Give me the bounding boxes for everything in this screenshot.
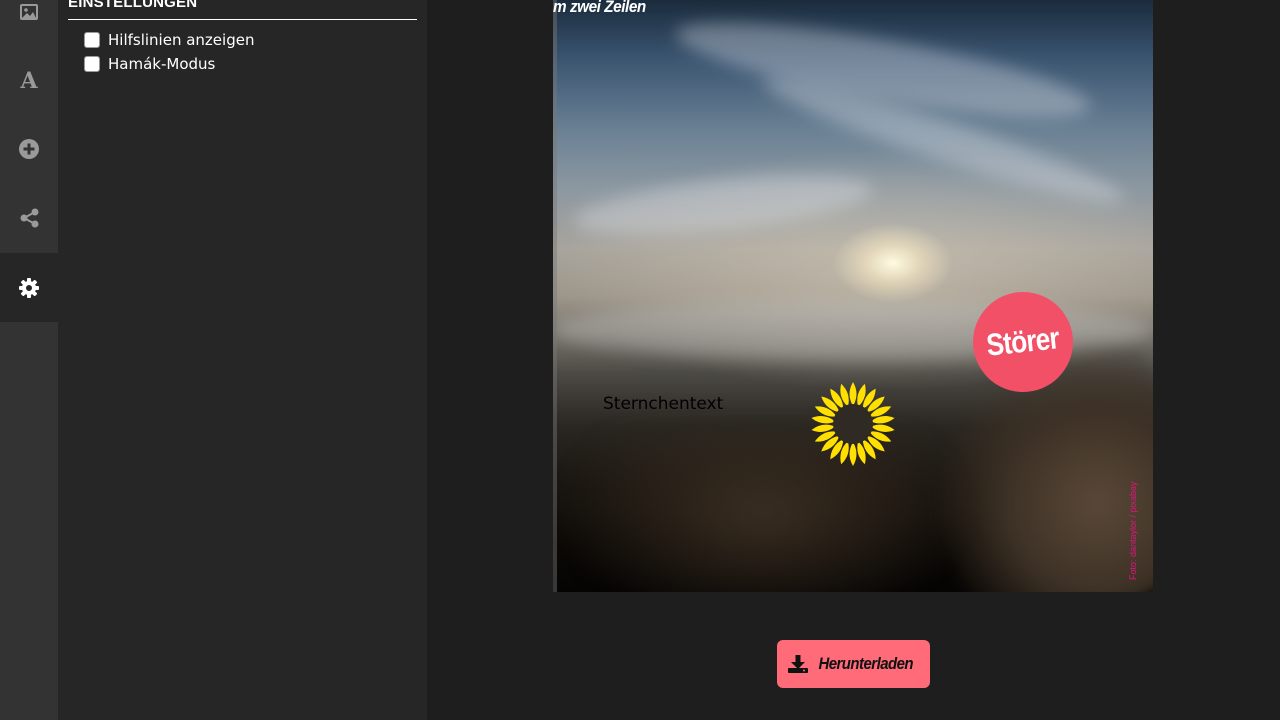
cloud-streak [571,164,875,246]
guides-checkbox[interactable] [84,32,100,48]
stoerer-badge[interactable]: Störer [973,292,1073,392]
image-icon [19,3,39,21]
headline-text[interactable]: m zwei Zeilen [553,0,646,17]
rail-item-share[interactable] [0,183,58,252]
share-icon [20,208,39,228]
hamak-mode-checkbox[interactable] [84,56,100,72]
text-icon: A [20,67,38,94]
option-guides[interactable]: Hilfslinien anzeigen [84,31,254,49]
sunflower-petal [849,382,857,406]
option-hamak-mode[interactable]: Hamák-Modus [84,55,215,73]
download-icon [787,655,808,673]
option-hamak-mode-label: Hamák-Modus [108,55,216,73]
rail-item-text[interactable]: A [0,46,58,115]
rail-item-settings[interactable] [0,253,58,322]
option-guides-label: Hilfslinien anzeigen [108,31,255,49]
stoerer-label: Störer [985,320,1061,363]
image-canvas[interactable]: m zwei Zeilen Störer Sternchentext Foto:… [553,0,1153,592]
sternchentext[interactable]: Sternchentext [603,394,723,414]
rail-item-add[interactable] [0,114,58,183]
sunflower-logo-icon[interactable] [809,380,897,468]
download-label: Herunterladen [818,654,913,673]
photo-credit: Foto: dantaylor / pixabay [1128,481,1138,580]
sunflower-petal [849,442,857,466]
gear-icon [19,277,39,298]
plus-circle-icon [19,138,39,159]
tool-rail: A [0,0,58,720]
rail-item-image[interactable] [0,0,58,46]
app: A EINSTELLUNGEN Hilfslinien anzeigen Ham… [0,0,1280,720]
download-button[interactable]: Herunterladen [777,640,930,688]
panel-title: EINSTELLUNGEN [68,0,417,20]
canvas-edge [553,0,557,592]
settings-panel: EINSTELLUNGEN Hilfslinien anzeigen Hamák… [58,0,427,720]
